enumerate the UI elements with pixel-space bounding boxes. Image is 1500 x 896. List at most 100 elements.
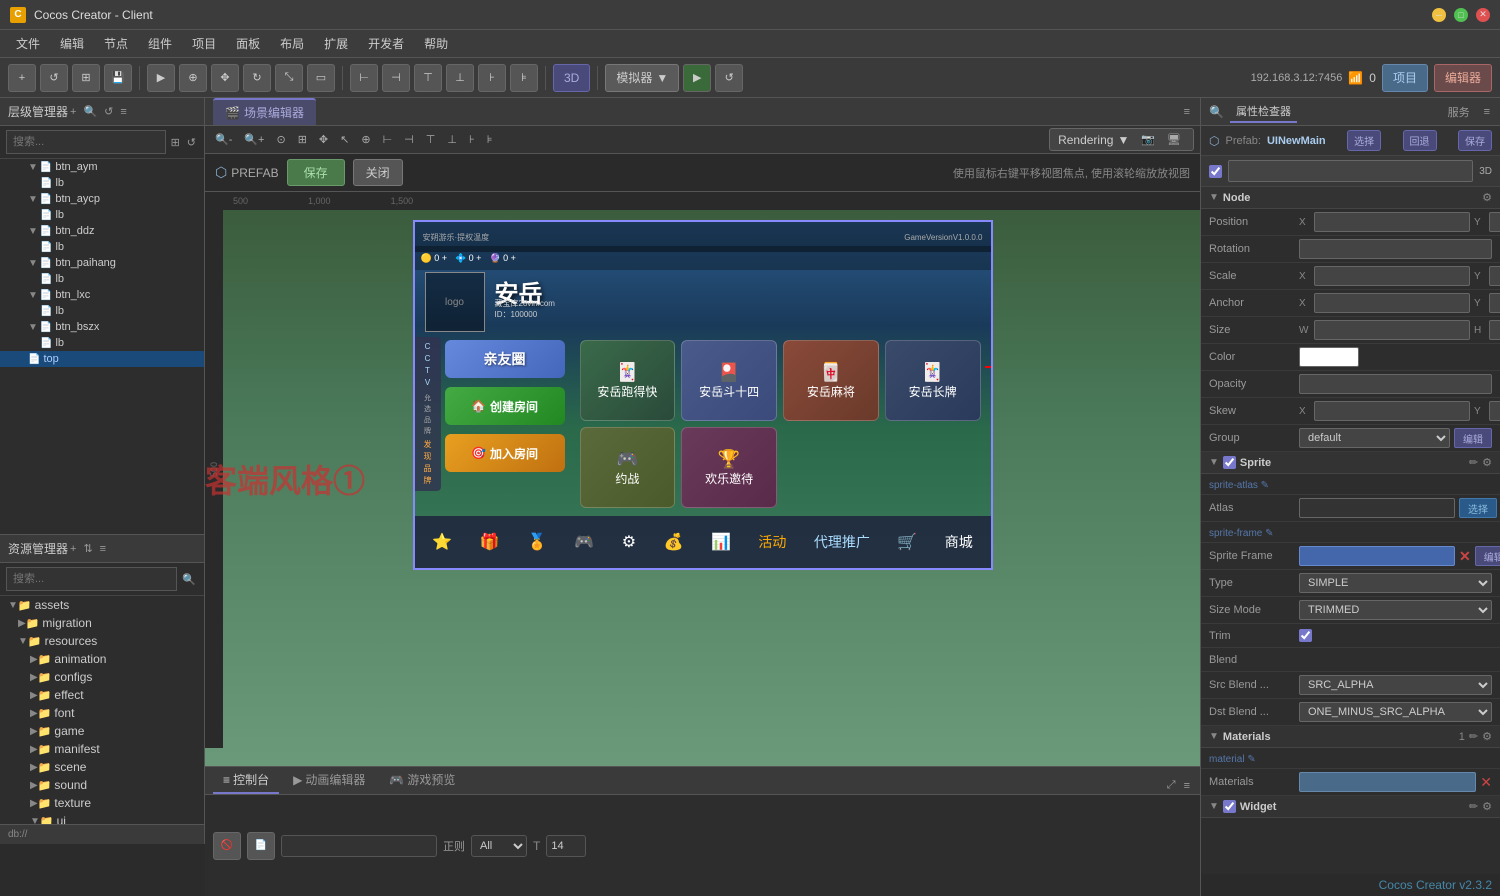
scene-zoom-out[interactable]: 🔍- <box>211 131 236 148</box>
menu-node[interactable]: 节点 <box>96 32 136 55</box>
scene-tool-6[interactable]: ⊣ <box>400 131 418 148</box>
close-button[interactable]: ✕ <box>1476 8 1490 22</box>
align-top-button[interactable]: ⊥ <box>446 64 474 92</box>
rect-button[interactable]: ▭ <box>307 64 335 92</box>
opacity-input[interactable]: 255 <box>1299 374 1492 394</box>
menu-project[interactable]: 项目 <box>184 32 224 55</box>
simulate-button[interactable]: 模拟器 ▼ <box>605 64 679 92</box>
camera-btn[interactable]: 📷 <box>1137 131 1159 148</box>
position-x-input[interactable]: 680 <box>1314 212 1470 232</box>
console-search-input[interactable] <box>281 835 437 857</box>
props-menu-btn[interactable]: ≡ <box>1482 104 1492 120</box>
scale-button[interactable]: ⤡ <box>275 64 303 92</box>
link-button[interactable]: ⊞ <box>72 64 100 92</box>
editor-button[interactable]: 编辑器 <box>1434 64 1492 92</box>
menu-help[interactable]: 帮助 <box>416 32 456 55</box>
console-clear-btn[interactable]: 🚫 <box>213 832 241 860</box>
skew-y-input[interactable]: 0 <box>1489 401 1500 421</box>
asset-item-manifest[interactable]: ▶📁manifest <box>0 740 204 758</box>
tab-animation-editor[interactable]: ▶ 动画编辑器 <box>283 767 375 794</box>
project-button[interactable]: 项目 <box>1382 64 1428 92</box>
node-active-checkbox[interactable] <box>1209 165 1222 178</box>
hierarchy-menu-btn[interactable]: ≡ <box>118 103 128 120</box>
play-mode-button[interactable]: ▶ <box>147 64 175 92</box>
rendering-dropdown[interactable]: Rendering ▼ 📷 🖥 <box>1049 128 1194 151</box>
asset-item-sound[interactable]: ▶📁sound <box>0 776 204 794</box>
atlas-select-btn[interactable]: 选择 <box>1459 498 1497 518</box>
menu-developer[interactable]: 开发者 <box>360 32 412 55</box>
align-middle-button[interactable]: ⊦ <box>478 64 506 92</box>
rotate-button[interactable]: ↻ <box>243 64 271 92</box>
sprite-type-select[interactable]: SIMPLE SLICED TILED FILLED <box>1299 573 1492 593</box>
prefab-save-props-btn[interactable]: 保存 <box>1458 130 1492 151</box>
scene-anchor-tool[interactable]: ⊕ <box>357 131 374 148</box>
sprite-frame-remove-btn[interactable]: ✕ <box>1459 548 1471 565</box>
color-picker[interactable] <box>1299 347 1359 367</box>
tab-service[interactable]: 服务 <box>1442 102 1476 122</box>
position-y-input[interactable]: 380 <box>1489 212 1500 232</box>
materials-section-header[interactable]: ▼ Materials 1 ✏ ⚙ <box>1201 726 1500 748</box>
align-center-button[interactable]: ⊣ <box>382 64 410 92</box>
minimize-button[interactable]: ─ <box>1432 8 1446 22</box>
skew-x-input[interactable]: 0 <box>1314 401 1470 421</box>
scene-tool-10[interactable]: ⊧ <box>483 131 497 148</box>
move-button[interactable]: ✥ <box>211 64 239 92</box>
asset-item-scene[interactable]: ▶📁scene <box>0 758 204 776</box>
dst-blend-select[interactable]: ONE_MINUS_SRC_ALPHA ONE ZERO <box>1299 702 1492 722</box>
sprite-section-gear[interactable]: ⚙ <box>1482 456 1492 469</box>
tree-item-lb-5[interactable]: 📄lb <box>0 303 204 319</box>
tree-item-lb-4[interactable]: 📄lb <box>0 271 204 287</box>
widget-section-gear[interactable]: ⚙ <box>1482 800 1492 813</box>
scene-view[interactable]: 客端风格① 500 500 1,000 1,500 安朔游乐·提权温度 Game… <box>205 192 1200 766</box>
widget-edit-icon[interactable]: ✏ <box>1469 800 1478 813</box>
assets-search-btn[interactable]: 🔍 <box>180 571 198 588</box>
maximize-button[interactable]: □ <box>1454 8 1468 22</box>
tree-item-lb-1[interactable]: 📄lb <box>0 175 204 191</box>
sprite-frame-link[interactable]: sprite-frame ✎ <box>1209 528 1274 539</box>
menu-component[interactable]: 组件 <box>140 32 180 55</box>
console-maximize-btn[interactable]: ⤢ <box>1165 777 1178 794</box>
game-cell-6[interactable]: 🏆欢乐邀待 <box>681 427 777 508</box>
assets-menu-btn[interactable]: ≡ <box>98 540 108 557</box>
align-bottom-button[interactable]: ⊧ <box>510 64 538 92</box>
menu-panel[interactable]: 面板 <box>228 32 268 55</box>
prefab-close-button[interactable]: 关闭 <box>353 159 403 186</box>
tab-game-preview[interactable]: 🎮 游戏预览 <box>379 767 465 794</box>
prefab-select-btn[interactable]: 选择 <box>1347 130 1381 151</box>
console-level-select[interactable]: All Error Warn Info <box>471 835 527 857</box>
console-menu-btn[interactable]: ≡ <box>1182 778 1192 794</box>
assets-sort-btn[interactable]: ⇅ <box>81 540 94 557</box>
game-btn-join-room[interactable]: 🎯加入房间 <box>445 434 565 472</box>
rotation-input[interactable]: 0 <box>1299 239 1492 259</box>
atlas-input[interactable]: None <box>1299 498 1455 518</box>
game-cell-4[interactable]: 🃏安岳长牌 <box>885 340 981 421</box>
screen-btn[interactable]: 🖥 <box>1163 131 1185 148</box>
console-file-btn[interactable]: 📄 <box>247 832 275 860</box>
tab-properties[interactable]: 属性检查器 <box>1230 101 1297 123</box>
game-btn-create-room[interactable]: 🏠创建房间 <box>445 387 565 425</box>
scene-tool-5[interactable]: ⊢ <box>379 131 397 148</box>
game-cell-2[interactable]: 🎴安岳斗十四 <box>681 340 777 421</box>
game-cell-5[interactable]: 🎮约战 <box>580 427 676 508</box>
3d-toggle[interactable]: 3D <box>553 64 590 92</box>
save-scene-button[interactable]: 💾 <box>104 64 132 92</box>
node-name-input[interactable]: top <box>1228 160 1473 182</box>
tree-item-btn-ddz[interactable]: ▼📄btn_ddz <box>0 223 204 239</box>
scene-fit-view[interactable]: ⊞ <box>294 131 311 148</box>
group-edit-btn[interactable]: 编辑 <box>1454 428 1492 448</box>
prefab-save-button[interactable]: 保存 <box>287 159 345 186</box>
scene-tool-7[interactable]: ⊤ <box>422 131 440 148</box>
tree-item-lb-6[interactable]: 📄lb <box>0 335 204 351</box>
scene-zoom-in[interactable]: 🔍+ <box>240 131 268 148</box>
sprite-edit-icon[interactable]: ✏ <box>1469 456 1478 469</box>
size-h-input[interactable]: 77 <box>1489 320 1500 340</box>
group-select[interactable]: default <box>1299 428 1450 448</box>
sprite-frame-edit-btn[interactable]: 编辑 <box>1475 546 1500 566</box>
asset-item-font[interactable]: ▶📁font <box>0 704 204 722</box>
assets-search-input[interactable] <box>6 567 177 591</box>
refresh-button[interactable]: ↺ <box>40 64 68 92</box>
stop-button[interactable]: ↺ <box>715 64 743 92</box>
game-cell-3[interactable]: 🀄安岳麻将 <box>783 340 879 421</box>
src-blend-select[interactable]: SRC_ALPHA ONE ZERO <box>1299 675 1492 695</box>
asset-item-texture[interactable]: ▶📁texture <box>0 794 204 812</box>
